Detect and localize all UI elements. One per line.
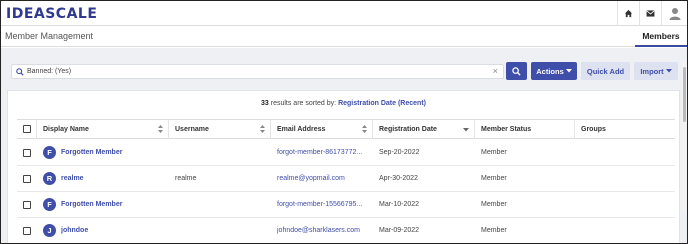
display-name-cell: J johndoe (37, 218, 169, 243)
results-count: 33 (261, 100, 269, 107)
member-name-link[interactable]: Forgotten Member (61, 201, 122, 208)
registration-date-cell: Mar-09-2022 (379, 227, 420, 234)
avatar[interactable]: F (43, 146, 56, 159)
row-select-cell (17, 166, 37, 191)
username-cell (169, 218, 271, 243)
display-name-cell: F Forgotten Member (37, 192, 169, 217)
results-sorted-text: results are sorted by: (270, 100, 337, 107)
row-checkbox[interactable] (23, 227, 31, 235)
username-cell (169, 192, 271, 217)
user-avatar-icon[interactable] (661, 1, 687, 26)
groups-cell (575, 140, 675, 165)
row-checkbox[interactable] (23, 149, 31, 157)
sort-icon (158, 125, 163, 133)
member-status-cell: Member (481, 201, 507, 208)
content-area: Banned: (Yes) × Actions Quick Add Import… (1, 48, 687, 243)
member-status-cell: Member (481, 149, 507, 156)
results-panel: 33 results are sorted by: Registration D… (7, 90, 680, 243)
row-select-cell (17, 192, 37, 217)
search-icon (512, 66, 521, 76)
tab-members[interactable]: Members (635, 26, 687, 47)
search-icon (16, 68, 24, 76)
table-header: Display Name Username Email Address Regi… (17, 119, 675, 139)
registration-date-cell: Sep-20-2022 (379, 149, 420, 156)
table-row[interactable]: J johndoe johndoe@sharklasers.com Mar-09… (17, 218, 675, 243)
column-label: Username (175, 126, 209, 133)
search-filter-text: Banned: (Yes) (27, 68, 72, 75)
table-row[interactable]: F Forgotten Member forgot-member-1556679… (17, 192, 675, 218)
chevron-down-icon (665, 69, 672, 73)
member-name-link[interactable]: realme (61, 175, 84, 182)
member-name-link[interactable]: johndoe (61, 227, 88, 234)
groups-cell (575, 192, 675, 217)
mail-icon[interactable] (639, 1, 661, 26)
sub-header: Member Management Members (1, 26, 687, 47)
top-bar: IDEASCALE (1, 1, 687, 26)
groups-cell (575, 166, 675, 191)
column-member-status[interactable]: Member Status (475, 120, 575, 139)
column-email[interactable]: Email Address (271, 120, 373, 139)
email-link[interactable]: forgot-member-15566795... (271, 192, 373, 217)
column-label: Groups (581, 126, 606, 133)
email-link[interactable]: johndoe@sharklasers.com (271, 218, 373, 243)
scrollbar-thumb[interactable] (683, 67, 686, 122)
column-username[interactable]: Username (169, 120, 271, 139)
table-row[interactable]: F Forgotten Member forgot-member-8617377… (17, 140, 675, 166)
select-all-checkbox[interactable] (23, 125, 31, 133)
email-link[interactable]: realme@yopmail.com (271, 166, 373, 191)
sort-icon (362, 125, 367, 133)
column-display-name[interactable]: Display Name (37, 120, 169, 139)
member-name-link[interactable]: Forgotten Member (61, 149, 122, 156)
display-name-cell: R realme (37, 166, 169, 191)
row-select-cell (17, 140, 37, 165)
select-all-cell (17, 120, 37, 139)
logo[interactable]: IDEASCALE (6, 6, 97, 22)
username-cell (169, 140, 271, 165)
import-button[interactable]: Import (634, 62, 678, 80)
import-label: Import (640, 66, 664, 76)
avatar[interactable]: J (43, 224, 56, 237)
username-cell: realme (175, 175, 197, 182)
display-name-cell: F Forgotten Member (37, 140, 169, 165)
sort-icon (260, 125, 265, 133)
chevron-down-icon (565, 69, 572, 73)
email-link[interactable]: forgot-member-86173772... (271, 140, 373, 165)
column-label: Member Status (481, 126, 532, 133)
results-summary: 33 results are sorted by: Registration D… (8, 100, 679, 107)
app-window: IDEASCALE Member Management Members Bann… (0, 0, 688, 244)
actions-label: Actions (536, 66, 564, 76)
member-status-cell: Member (481, 175, 507, 182)
top-icons (617, 1, 687, 26)
column-label: Email Address (277, 126, 326, 133)
quick-add-button[interactable]: Quick Add (581, 62, 630, 80)
search-input[interactable]: Banned: (Yes) × (11, 64, 504, 79)
registration-date-cell: Apr-30-2022 (379, 175, 418, 182)
page-title: Member Management (5, 31, 94, 41)
column-label: Registration Date (379, 126, 437, 133)
clear-icon[interactable]: × (493, 66, 498, 76)
avatar[interactable]: R (43, 172, 56, 185)
row-checkbox[interactable] (23, 175, 31, 183)
column-groups[interactable]: Groups (575, 120, 675, 139)
column-label: Display Name (43, 126, 89, 133)
table-row[interactable]: R realme realme realme@yopmail.com Apr-3… (17, 166, 675, 192)
sort-desc-icon (463, 128, 469, 132)
avatar[interactable]: F (43, 198, 56, 211)
row-checkbox[interactable] (23, 201, 31, 209)
registration-date-cell: Mar-10-2022 (379, 201, 420, 208)
member-status-cell: Member (481, 227, 507, 234)
sort-key-link[interactable]: Registration Date (Recent) (338, 100, 426, 107)
actions-button[interactable]: Actions (531, 62, 577, 80)
search-button[interactable] (506, 62, 527, 80)
groups-cell (575, 218, 675, 243)
row-select-cell (17, 218, 37, 243)
home-icon[interactable] (617, 1, 639, 26)
column-registration-date[interactable]: Registration Date (373, 120, 475, 139)
